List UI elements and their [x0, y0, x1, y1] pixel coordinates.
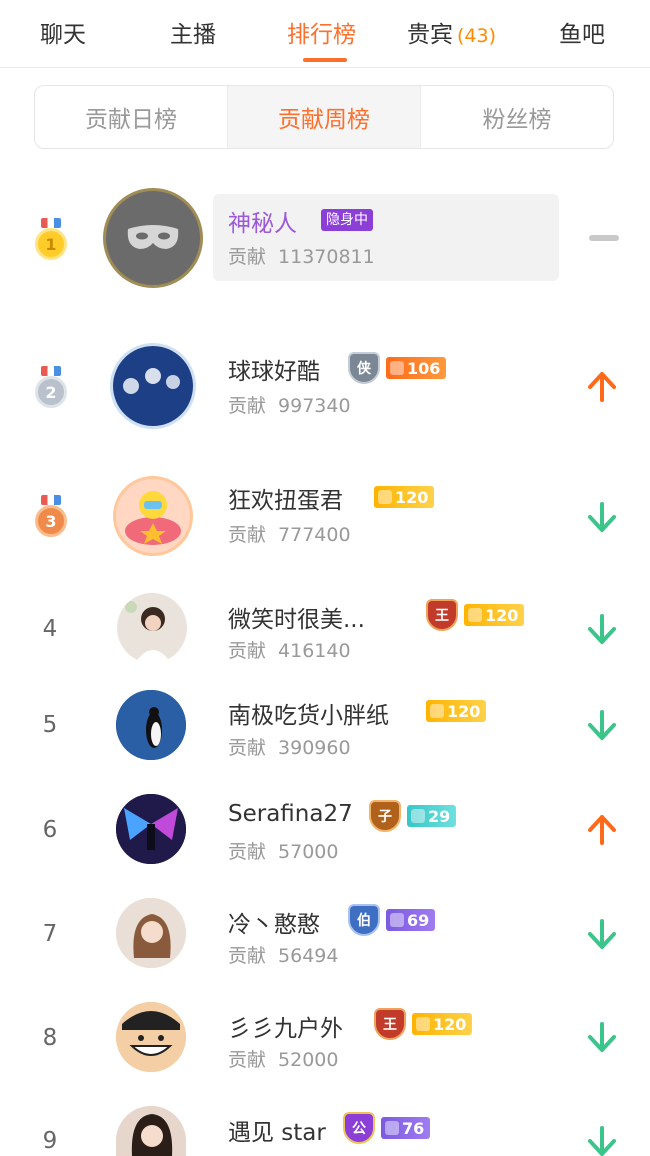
- user-name: 微笑时很美...: [228, 607, 365, 633]
- badges: 120: [426, 700, 487, 722]
- noble-badge: 王: [374, 1008, 406, 1040]
- tab-vip[interactable]: 贵宾 (43): [407, 18, 496, 52]
- contribution: 贡献 390960: [228, 737, 351, 759]
- badges: 公 76: [343, 1112, 431, 1144]
- badges: 王 120: [374, 1008, 473, 1040]
- segment-daily[interactable]: 贡献日榜: [35, 86, 228, 148]
- arrow-down-icon: [588, 710, 616, 740]
- noble-badge: 王: [426, 599, 458, 631]
- moon-photo: [113, 346, 193, 426]
- rank-number: 9: [42, 1128, 58, 1154]
- vip-count: (43): [457, 25, 497, 47]
- user-name: 神秘人: [228, 211, 297, 237]
- contribution-value: 57000: [278, 841, 339, 863]
- contribution: 贡献 57000: [228, 841, 339, 863]
- avatar[interactable]: [116, 1106, 186, 1156]
- level-badge: 76: [381, 1117, 431, 1139]
- badges: 子 29: [369, 800, 457, 832]
- contribution: 贡献 997340: [228, 395, 351, 417]
- contribution-value: 11370811: [278, 246, 375, 268]
- hidden-badge: 隐身中: [321, 209, 373, 231]
- hidden-user-card[interactable]: 神秘人 隐身中 贡献 11370811: [213, 194, 559, 281]
- avatar[interactable]: [116, 794, 186, 864]
- mascot-photo: [125, 491, 181, 545]
- user-name: 南极吃货小胖纸: [228, 703, 389, 729]
- tab-fish-bar[interactable]: 鱼吧: [559, 18, 605, 52]
- segment-fans[interactable]: 粉丝榜: [421, 86, 613, 148]
- user-name: 遇见 star: [228, 1120, 326, 1146]
- contribution-value: 997340: [278, 395, 351, 417]
- contribution: 贡献 52000: [228, 1049, 339, 1071]
- noble-badge: 伯: [348, 904, 380, 936]
- arrow-down-icon: [588, 614, 616, 644]
- arrow-down-icon: [588, 502, 616, 532]
- arrow-down-icon: [588, 919, 616, 949]
- rank-number: 6: [42, 817, 58, 843]
- noble-badge: 子: [369, 800, 401, 832]
- contribution-value: 777400: [278, 524, 351, 546]
- gold-medal-icon: 1: [32, 218, 70, 264]
- contribution-value: 52000: [278, 1049, 339, 1071]
- penguin-photo: [116, 690, 186, 760]
- level-badge: 106: [386, 357, 447, 379]
- level-badge: 69: [386, 909, 436, 931]
- badges: 侠 106: [348, 352, 447, 384]
- contribution: 贡献 416140: [228, 640, 351, 662]
- level-badge: 120: [464, 604, 525, 626]
- avatar[interactable]: [113, 476, 193, 556]
- tab-vip-label: 贵宾: [407, 22, 453, 48]
- badges: 伯 69: [348, 904, 436, 936]
- silver-medal-icon: 2: [32, 366, 70, 412]
- bronze-medal-icon: 3: [32, 495, 70, 541]
- avatar[interactable]: [110, 343, 196, 429]
- rank-number: 8: [42, 1025, 58, 1051]
- tab-chat[interactable]: 聊天: [40, 18, 86, 52]
- user-photo: [125, 601, 171, 663]
- rank-number: 5: [42, 712, 58, 738]
- level-badge: 120: [426, 700, 487, 722]
- arrow-up-icon: [588, 815, 616, 845]
- noble-badge: 侠: [348, 352, 380, 384]
- tab-ranking[interactable]: 排行榜: [287, 18, 356, 52]
- tab-streamer[interactable]: 主播: [170, 18, 216, 52]
- top-nav: 聊天 主播 排行榜 贵宾 (43) 鱼吧: [0, 0, 650, 68]
- ranking-period-selector: 贡献日榜 贡献周榜 粉丝榜: [34, 85, 614, 149]
- avatar[interactable]: [116, 1002, 186, 1072]
- badges: 120: [374, 486, 435, 508]
- user-name: 狂欢扭蛋君: [228, 488, 343, 514]
- contribution-value: 416140: [278, 640, 351, 662]
- active-tab-indicator: [303, 58, 347, 62]
- dash-icon: [589, 235, 619, 241]
- contribution-value: 390960: [278, 737, 351, 759]
- mask-icon: [127, 225, 179, 249]
- user-photo: [116, 794, 186, 864]
- level-badge: 29: [407, 805, 457, 827]
- avatar[interactable]: [116, 898, 186, 968]
- user-photo: [116, 898, 186, 968]
- arrow-up-icon: [588, 372, 616, 402]
- noble-badge: 公: [343, 1112, 375, 1144]
- arrow-down-icon: [588, 1022, 616, 1052]
- user-name: Serafina27: [228, 801, 353, 827]
- segment-weekly[interactable]: 贡献周榜: [228, 86, 421, 148]
- avatar[interactable]: [117, 593, 187, 663]
- contribution: 贡献 11370811: [228, 246, 375, 268]
- avatar[interactable]: [103, 188, 203, 288]
- badges: 王 120: [426, 599, 525, 631]
- avatar[interactable]: [116, 690, 186, 760]
- contribution: 贡献 56494: [228, 945, 339, 967]
- user-photo: [116, 1106, 186, 1156]
- contribution: 贡献 777400: [228, 524, 351, 546]
- rank-number: 7: [42, 921, 58, 947]
- contribution-value: 56494: [278, 945, 339, 967]
- user-name: 彡彡九户外: [228, 1016, 343, 1042]
- user-name: 球球好酷: [228, 359, 320, 385]
- level-badge: 120: [374, 486, 435, 508]
- level-badge: 120: [412, 1013, 473, 1035]
- arrow-down-icon: [588, 1126, 616, 1156]
- rank-number: 4: [42, 616, 58, 642]
- cartoon-photo: [116, 1002, 186, 1072]
- user-name: 冷丶憨憨: [228, 912, 320, 938]
